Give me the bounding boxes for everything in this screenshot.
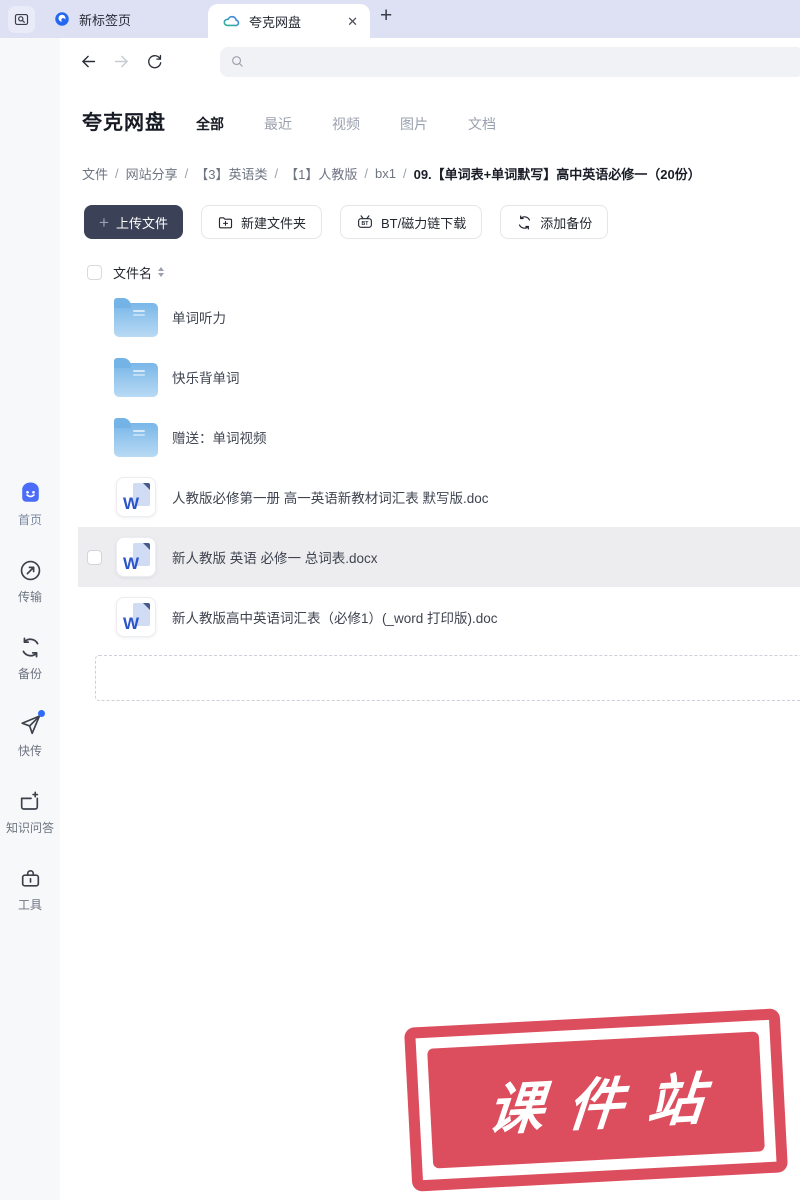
breadcrumb-segment[interactable]: 【3】英语类 xyxy=(195,164,267,183)
stamp-text: 课件站 xyxy=(461,1052,732,1147)
browser-navbar xyxy=(60,38,800,85)
sidebar-item-label: 备份 xyxy=(18,665,42,682)
stamp-watermark: 课件站 xyxy=(404,1008,788,1191)
tab-label: 新标签页 xyxy=(79,10,131,29)
sidebar-item-backup[interactable]: 备份 xyxy=(18,635,43,682)
breadcrumb: 文件 / 网站分享 / 【3】英语类 / 【1】人教版 / bx1 / 09.【… xyxy=(82,164,800,183)
folder-icon xyxy=(114,303,158,337)
plus-icon: + xyxy=(99,214,109,231)
word-doc-icon: W xyxy=(116,537,156,577)
folder-icon xyxy=(114,423,158,457)
tab-image[interactable]: 图片 xyxy=(400,114,428,134)
folder-plus-icon xyxy=(217,214,234,231)
page-title: 夸克网盘 xyxy=(82,106,166,135)
svg-text:BT: BT xyxy=(362,221,370,227)
new-folder-button[interactable]: 新建文件夹 xyxy=(201,205,322,239)
upload-file-button[interactable]: + 上传文件 xyxy=(84,205,183,239)
file-name[interactable]: 新人教版 英语 必修一 总词表.docx xyxy=(172,547,378,567)
toolbox-icon xyxy=(18,866,43,891)
new-tab-button[interactable]: + xyxy=(380,5,392,26)
action-toolbar: + 上传文件 新建文件夹 BT BT/磁力链下载 xyxy=(84,205,800,239)
browser-tab-newtab[interactable]: 新标签页 xyxy=(53,10,131,29)
sidebar-item-knowledge-qa[interactable]: 知识问答 xyxy=(6,789,54,836)
file-row-folder[interactable]: 单词听力 xyxy=(78,287,800,347)
file-name[interactable]: 新人教版高中英语词汇表（必修1）(_word 打印版).doc xyxy=(172,607,498,627)
sidebar-item-home[interactable]: 首页 xyxy=(17,480,44,528)
window-search-icon xyxy=(13,11,30,28)
breadcrumb-segment[interactable]: bx1 xyxy=(375,166,396,181)
sidebar-item-label: 首页 xyxy=(18,511,42,528)
file-name[interactable]: 赠送：单词视频 xyxy=(172,427,267,447)
sidebar-item-label: 工具 xyxy=(18,896,42,913)
breadcrumb-segment[interactable]: 【1】人教版 xyxy=(285,164,357,183)
bt-download-label: BT/磁力链下载 xyxy=(381,213,466,232)
sidebar: 首页 传输 备份 xyxy=(0,38,60,1200)
cloud-drive-icon xyxy=(222,12,241,31)
file-list: 单词听力 快乐背单词 赠送：单词视频 W 人教版必修第一册 高一英语新教材词汇表… xyxy=(60,287,800,647)
upload-file-label: 上传文件 xyxy=(116,213,168,232)
notification-dot-badge xyxy=(38,710,45,717)
filename-column-header: 文件名 xyxy=(113,263,152,282)
back-button[interactable] xyxy=(78,52,98,72)
refresh-button[interactable] xyxy=(144,52,164,72)
sidebar-item-quick-send[interactable]: 快传 xyxy=(18,712,43,759)
tab-video[interactable]: 视频 xyxy=(332,114,360,134)
file-name[interactable]: 单词听力 xyxy=(172,307,226,327)
window-search-button[interactable] xyxy=(8,6,35,33)
sidebar-item-label: 知识问答 xyxy=(6,819,54,836)
breadcrumb-separator: / xyxy=(115,166,119,181)
file-name[interactable]: 人教版必修第一册 高一英语新教材词汇表 默写版.doc xyxy=(172,487,489,507)
title-row: 夸克网盘 全部 最近 视频 图片 文档 xyxy=(82,106,800,135)
file-row-doc[interactable]: W 人教版必修第一册 高一英语新教材词汇表 默写版.doc xyxy=(78,467,800,527)
knowledge-qa-box-plus-icon xyxy=(17,789,42,814)
browser-tab-quark-drive[interactable]: 夸克网盘 ✕ xyxy=(208,4,370,38)
transfer-circle-arrow-icon xyxy=(18,558,43,583)
sidebar-item-label: 传输 xyxy=(18,588,42,605)
upload-dropzone[interactable] xyxy=(95,655,800,701)
address-search-bar[interactable] xyxy=(220,47,800,77)
breadcrumb-segment[interactable]: 网站分享 xyxy=(126,164,178,183)
word-doc-icon: W xyxy=(116,477,156,517)
tab-close-icon[interactable]: ✕ xyxy=(347,15,358,28)
file-row-doc-selected[interactable]: W 新人教版 英语 必修一 总词表.docx xyxy=(78,527,800,587)
file-row-doc[interactable]: W 新人教版高中英语词汇表（必修1）(_word 打印版).doc xyxy=(78,587,800,647)
bt-download-icon: BT xyxy=(356,213,374,231)
breadcrumb-current: 09.【单词表+单词默写】高中英语必修一（20份） xyxy=(414,164,701,183)
sidebar-item-transfer[interactable]: 传输 xyxy=(18,558,43,605)
select-all-checkbox[interactable] xyxy=(87,265,102,280)
search-icon xyxy=(230,54,245,69)
breadcrumb-separator: / xyxy=(364,166,368,181)
tab-doc[interactable]: 文档 xyxy=(468,114,496,134)
file-row-folder[interactable]: 快乐背单词 xyxy=(78,347,800,407)
folder-icon xyxy=(114,363,158,397)
sidebar-item-label: 快传 xyxy=(18,742,42,759)
tab-label: 夸克网盘 xyxy=(249,12,339,31)
bt-magnet-download-button[interactable]: BT BT/磁力链下载 xyxy=(340,205,482,239)
breadcrumb-separator: / xyxy=(185,166,189,181)
breadcrumb-separator: / xyxy=(275,166,279,181)
add-backup-label: 添加备份 xyxy=(540,213,592,232)
sync-circle-icon xyxy=(516,214,533,231)
file-row-folder[interactable]: 赠送：单词视频 xyxy=(78,407,800,467)
quark-browser-logo-icon xyxy=(53,10,71,28)
browser-tab-strip: 新标签页 夸克网盘 ✕ + xyxy=(0,0,800,38)
row-checkbox[interactable] xyxy=(87,550,102,565)
sidebar-item-tools[interactable]: 工具 xyxy=(18,866,43,913)
file-list-header: 文件名 xyxy=(60,261,800,283)
quick-send-plane-icon xyxy=(18,712,43,737)
filter-tabs: 全部 最近 视频 图片 文档 xyxy=(196,114,496,134)
backup-sync-arrows-icon xyxy=(18,635,43,660)
tab-recent[interactable]: 最近 xyxy=(264,114,292,134)
word-doc-icon: W xyxy=(116,597,156,637)
forward-button[interactable] xyxy=(111,52,131,72)
home-cloud-smiley-icon xyxy=(17,480,44,506)
search-input[interactable] xyxy=(251,54,794,69)
sort-toggle-icon[interactable] xyxy=(158,267,164,277)
file-name[interactable]: 快乐背单词 xyxy=(172,367,240,387)
breadcrumb-segment[interactable]: 文件 xyxy=(82,164,108,183)
tab-all[interactable]: 全部 xyxy=(196,114,224,134)
new-folder-label: 新建文件夹 xyxy=(241,213,306,232)
add-backup-button[interactable]: 添加备份 xyxy=(500,205,608,239)
breadcrumb-separator: / xyxy=(403,166,407,181)
